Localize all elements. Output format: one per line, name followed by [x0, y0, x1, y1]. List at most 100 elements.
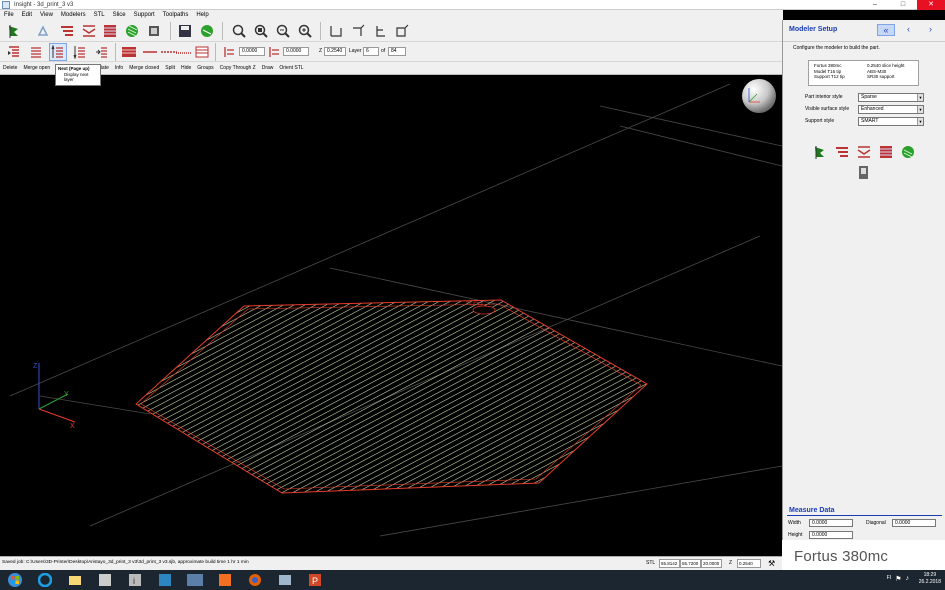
groups-button[interactable]: Groups: [194, 65, 216, 71]
chevron-down-icon[interactable]: ▼: [917, 94, 923, 101]
chevron-down-icon[interactable]: ▼: [917, 106, 923, 113]
status-tool-icon[interactable]: ⚒: [768, 559, 775, 568]
view-front-icon[interactable]: [327, 22, 345, 40]
pack-icon[interactable]: [145, 22, 163, 40]
volume-icon[interactable]: ♪: [906, 575, 910, 583]
part-layer[interactable]: [130, 296, 655, 496]
layer-total-field: 84: [388, 47, 406, 56]
menu-support[interactable]: Support: [130, 12, 159, 18]
part-interior-style-value: Sparse: [861, 94, 877, 100]
merge-open-button[interactable]: Merge open: [20, 65, 53, 71]
copy-through-z-button[interactable]: Copy Through Z: [217, 65, 259, 71]
viewport-canvas[interactable]: Z Y X: [0, 76, 783, 556]
internet-explorer-icon[interactable]: [32, 571, 58, 589]
support-style-select[interactable]: SMART ▼: [858, 117, 924, 126]
delete-button[interactable]: Delete: [0, 65, 20, 71]
menu-help[interactable]: Help: [192, 12, 212, 18]
view-iso-icon[interactable]: [393, 22, 411, 40]
explorer-window-icon[interactable]: [272, 571, 298, 589]
layer-range-icon[interactable]: [193, 43, 211, 61]
diagonal-label: Diagonal: [866, 520, 886, 526]
layer-spacing-icon: [267, 43, 281, 61]
split-button[interactable]: Split: [162, 65, 178, 71]
chevron-down-icon[interactable]: ▼: [917, 118, 923, 125]
clock-time: 18:29: [923, 572, 937, 578]
slice-icon[interactable]: [58, 22, 76, 40]
status-x-field: 55.8142: [659, 559, 680, 568]
z-height-field[interactable]: 0.2540: [324, 47, 346, 56]
clock[interactable]: 18:29 26.2.2018: [919, 572, 941, 586]
remote-app-icon[interactable]: [152, 571, 178, 589]
menu-file[interactable]: File: [0, 12, 18, 18]
info-app-icon[interactable]: i: [122, 571, 148, 589]
show-dotted-layer-icon[interactable]: [174, 43, 194, 61]
height-label: Height: [788, 532, 803, 538]
xampp-icon[interactable]: [212, 571, 238, 589]
save-icon[interactable]: [176, 22, 194, 40]
menu-view[interactable]: View: [36, 12, 57, 18]
modeler-setup-icon[interactable]: [5, 22, 23, 40]
menu-slice[interactable]: Slice: [109, 12, 130, 18]
control-panel-icon[interactable]: [92, 571, 118, 589]
part-interior-style-label: Part interior style: [805, 94, 843, 100]
layer-number-field[interactable]: 6: [363, 47, 379, 56]
modeler-brand-logo: Fortus 380mc: [782, 540, 945, 572]
tooltip-line-2: layer: [64, 77, 74, 82]
powerpoint-icon[interactable]: P: [302, 571, 328, 589]
first-layer-icon[interactable]: [5, 43, 23, 61]
draw-button[interactable]: Draw: [259, 65, 277, 71]
solidworks-app-icon[interactable]: [182, 571, 208, 589]
part-interior-style-select[interactable]: Sparse ▼: [858, 93, 924, 102]
panel-next-button[interactable]: ›: [929, 24, 932, 34]
menu-bar: File Edit View Modelers STL Slice Suppor…: [0, 10, 783, 20]
network-icon[interactable]: ⚑: [895, 575, 901, 583]
next-layer-icon[interactable]: [49, 43, 67, 61]
height-field: 0.0000: [809, 531, 853, 539]
orient-icon[interactable]: [34, 22, 52, 40]
menu-toolpaths[interactable]: Toolpaths: [159, 12, 193, 18]
panel-first-button[interactable]: «: [877, 24, 895, 36]
zoom-out-icon[interactable]: [274, 22, 292, 40]
layer-offset-field[interactable]: 0.0000: [239, 47, 265, 56]
info-button[interactable]: Info: [112, 65, 126, 71]
view-top-icon[interactable]: [349, 22, 367, 40]
merge-closed-button[interactable]: Merge closed: [126, 65, 162, 71]
build-icon[interactable]: [123, 22, 141, 40]
windows-taskbar: i P FI ⚑ ♪ 18:29 26.2.2018: [0, 570, 945, 590]
maximize-button[interactable]: □: [889, 0, 917, 10]
status-bar: Saved job: C:\Users\3D-Printer\Desktop\A…: [0, 556, 782, 570]
menu-modelers[interactable]: Modelers: [57, 12, 90, 18]
system-tray: FI ⚑ ♪: [887, 575, 909, 583]
toolpaths-icon[interactable]: [101, 22, 119, 40]
printer-icon: [859, 166, 868, 179]
zoom-window-icon[interactable]: [230, 22, 248, 40]
show-current-layer-icon[interactable]: [141, 43, 159, 61]
show-all-layers-icon[interactable]: [120, 43, 138, 61]
language-indicator[interactable]: FI: [887, 575, 891, 583]
minimize-button[interactable]: –: [861, 0, 889, 10]
view-side-icon[interactable]: [371, 22, 389, 40]
menu-edit[interactable]: Edit: [18, 12, 36, 18]
firefox-icon[interactable]: [242, 571, 268, 589]
layer-down-icon[interactable]: [71, 43, 89, 61]
last-layer-icon[interactable]: [93, 43, 111, 61]
toolbar-separator: [320, 22, 321, 40]
visible-surface-style-select[interactable]: Enhanced ▼: [858, 105, 924, 114]
supports-icon[interactable]: [80, 22, 98, 40]
close-button[interactable]: ✕: [917, 0, 945, 10]
svg-text:P: P: [312, 576, 318, 586]
start-button[interactable]: [2, 571, 28, 589]
zoom-in-icon[interactable]: [296, 22, 314, 40]
file-explorer-icon[interactable]: [62, 571, 88, 589]
orient-stl-button[interactable]: Orient STL: [276, 65, 306, 71]
prev-layer-icon[interactable]: [27, 43, 45, 61]
layer-spacing-field[interactable]: 0.0000: [283, 47, 309, 56]
send-to-printer-icon[interactable]: [198, 22, 216, 40]
hide-button[interactable]: Hide: [178, 65, 194, 71]
3d-viewport[interactable]: Z Y X: [0, 76, 783, 556]
menu-stl[interactable]: STL: [90, 12, 109, 18]
panel-prev-button[interactable]: ‹: [907, 24, 910, 34]
zoom-fit-icon[interactable]: [252, 22, 270, 40]
orientation-sphere[interactable]: [742, 79, 776, 113]
status-z-extent-field: 20.0000: [701, 559, 722, 568]
